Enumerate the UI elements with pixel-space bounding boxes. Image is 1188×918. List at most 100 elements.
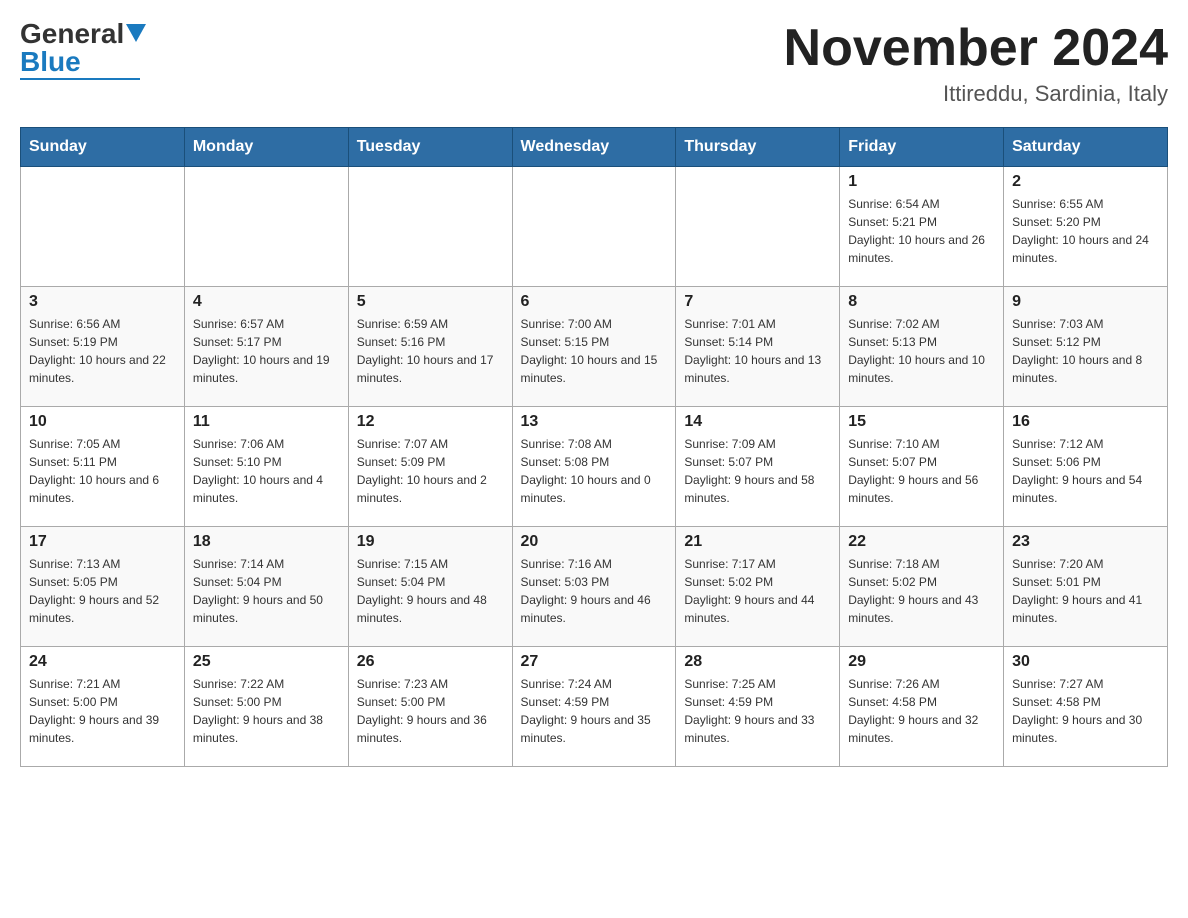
calendar-cell-w3-d7: 16 Sunrise: 7:12 AMSunset: 5:06 PMDayligh… <box>1004 407 1168 527</box>
day-info: Sunrise: 7:16 AMSunset: 5:03 PMDaylight:… <box>521 555 668 627</box>
header-tuesday: Tuesday <box>348 128 512 167</box>
day-info: Sunrise: 7:22 AMSunset: 5:00 PMDaylight:… <box>193 675 340 747</box>
calendar-cell-w5-d7: 30 Sunrise: 7:27 AMSunset: 4:58 PMDayligh… <box>1004 647 1168 767</box>
day-info: Sunrise: 7:26 AMSunset: 4:58 PMDaylight:… <box>848 675 995 747</box>
day-number: 21 <box>684 533 831 551</box>
calendar-cell-w4-d3: 19 Sunrise: 7:15 AMSunset: 5:04 PMDayligh… <box>348 527 512 647</box>
day-number: 25 <box>193 653 340 671</box>
day-number: 19 <box>357 533 504 551</box>
day-info: Sunrise: 7:10 AMSunset: 5:07 PMDaylight:… <box>848 435 995 507</box>
calendar-cell-w4-d7: 23 Sunrise: 7:20 AMSunset: 5:01 PMDayligh… <box>1004 527 1168 647</box>
day-number: 18 <box>193 533 340 551</box>
calendar-cell-w1-d2 <box>184 167 348 287</box>
day-info: Sunrise: 6:59 AMSunset: 5:16 PMDaylight:… <box>357 315 504 387</box>
calendar-cell-w4-d6: 22 Sunrise: 7:18 AMSunset: 5:02 PMDayligh… <box>840 527 1004 647</box>
calendar-cell-w5-d3: 26 Sunrise: 7:23 AMSunset: 5:00 PMDayligh… <box>348 647 512 767</box>
header-sunday: Sunday <box>21 128 185 167</box>
day-info: Sunrise: 7:00 AMSunset: 5:15 PMDaylight:… <box>521 315 668 387</box>
day-number: 27 <box>521 653 668 671</box>
calendar-cell-w1-d4 <box>512 167 676 287</box>
day-info: Sunrise: 6:55 AMSunset: 5:20 PMDaylight:… <box>1012 195 1159 267</box>
day-number: 22 <box>848 533 995 551</box>
calendar-cell-w1-d5 <box>676 167 840 287</box>
calendar-cell-w3-d1: 10 Sunrise: 7:05 AMSunset: 5:11 PMDayligh… <box>21 407 185 527</box>
day-number: 6 <box>521 293 668 311</box>
day-number: 17 <box>29 533 176 551</box>
calendar-cell-w2-d7: 9 Sunrise: 7:03 AMSunset: 5:12 PMDaylight… <box>1004 287 1168 407</box>
day-number: 15 <box>848 413 995 431</box>
day-info: Sunrise: 7:03 AMSunset: 5:12 PMDaylight:… <box>1012 315 1159 387</box>
day-number: 29 <box>848 653 995 671</box>
week-row-4: 17 Sunrise: 7:13 AMSunset: 5:05 PMDayligh… <box>21 527 1168 647</box>
day-info: Sunrise: 6:56 AMSunset: 5:19 PMDaylight:… <box>29 315 176 387</box>
day-number: 8 <box>848 293 995 311</box>
calendar-cell-w2-d6: 8 Sunrise: 7:02 AMSunset: 5:13 PMDaylight… <box>840 287 1004 407</box>
calendar-cell-w4-d4: 20 Sunrise: 7:16 AMSunset: 5:03 PMDayligh… <box>512 527 676 647</box>
day-info: Sunrise: 7:21 AMSunset: 5:00 PMDaylight:… <box>29 675 176 747</box>
header-saturday: Saturday <box>1004 128 1168 167</box>
day-info: Sunrise: 7:17 AMSunset: 5:02 PMDaylight:… <box>684 555 831 627</box>
calendar-table: Sunday Monday Tuesday Wednesday Thursday… <box>20 127 1168 767</box>
logo-underline <box>20 78 140 80</box>
week-row-2: 3 Sunrise: 6:56 AMSunset: 5:19 PMDaylight… <box>21 287 1168 407</box>
day-info: Sunrise: 6:54 AMSunset: 5:21 PMDaylight:… <box>848 195 995 267</box>
day-info: Sunrise: 6:57 AMSunset: 5:17 PMDaylight:… <box>193 315 340 387</box>
header-friday: Friday <box>840 128 1004 167</box>
day-number: 13 <box>521 413 668 431</box>
logo-triangle-icon <box>126 24 146 44</box>
day-info: Sunrise: 7:12 AMSunset: 5:06 PMDaylight:… <box>1012 435 1159 507</box>
day-number: 10 <box>29 413 176 431</box>
week-row-1: 1 Sunrise: 6:54 AMSunset: 5:21 PMDaylight… <box>21 167 1168 287</box>
day-info: Sunrise: 7:27 AMSunset: 4:58 PMDaylight:… <box>1012 675 1159 747</box>
day-number: 23 <box>1012 533 1159 551</box>
day-number: 24 <box>29 653 176 671</box>
month-title: November 2024 <box>784 20 1168 77</box>
week-row-3: 10 Sunrise: 7:05 AMSunset: 5:11 PMDayligh… <box>21 407 1168 527</box>
day-info: Sunrise: 7:15 AMSunset: 5:04 PMDaylight:… <box>357 555 504 627</box>
calendar-cell-w1-d1 <box>21 167 185 287</box>
calendar-cell-w5-d2: 25 Sunrise: 7:22 AMSunset: 5:00 PMDayligh… <box>184 647 348 767</box>
day-number: 3 <box>29 293 176 311</box>
day-number: 12 <box>357 413 504 431</box>
day-info: Sunrise: 7:06 AMSunset: 5:10 PMDaylight:… <box>193 435 340 507</box>
calendar-cell-w2-d3: 5 Sunrise: 6:59 AMSunset: 5:16 PMDaylight… <box>348 287 512 407</box>
logo-blue-text: Blue <box>20 48 81 76</box>
location-subtitle: Ittireddu, Sardinia, Italy <box>784 81 1168 107</box>
calendar-cell-w3-d2: 11 Sunrise: 7:06 AMSunset: 5:10 PMDayligh… <box>184 407 348 527</box>
calendar-header-row: Sunday Monday Tuesday Wednesday Thursday… <box>21 128 1168 167</box>
day-info: Sunrise: 7:18 AMSunset: 5:02 PMDaylight:… <box>848 555 995 627</box>
calendar-cell-w5-d6: 29 Sunrise: 7:26 AMSunset: 4:58 PMDayligh… <box>840 647 1004 767</box>
calendar-cell-w2-d5: 7 Sunrise: 7:01 AMSunset: 5:14 PMDaylight… <box>676 287 840 407</box>
day-number: 30 <box>1012 653 1159 671</box>
logo: General Blue <box>20 20 146 80</box>
day-info: Sunrise: 7:02 AMSunset: 5:13 PMDaylight:… <box>848 315 995 387</box>
day-number: 20 <box>521 533 668 551</box>
day-number: 7 <box>684 293 831 311</box>
day-info: Sunrise: 7:23 AMSunset: 5:00 PMDaylight:… <box>357 675 504 747</box>
day-number: 1 <box>848 173 995 191</box>
calendar-cell-w3-d6: 15 Sunrise: 7:10 AMSunset: 5:07 PMDayligh… <box>840 407 1004 527</box>
title-block: November 2024 Ittireddu, Sardinia, Italy <box>784 20 1168 107</box>
day-info: Sunrise: 7:01 AMSunset: 5:14 PMDaylight:… <box>684 315 831 387</box>
calendar-cell-w1-d3 <box>348 167 512 287</box>
day-number: 9 <box>1012 293 1159 311</box>
day-number: 16 <box>1012 413 1159 431</box>
day-number: 11 <box>193 413 340 431</box>
header-thursday: Thursday <box>676 128 840 167</box>
calendar-cell-w5-d1: 24 Sunrise: 7:21 AMSunset: 5:00 PMDayligh… <box>21 647 185 767</box>
day-number: 4 <box>193 293 340 311</box>
day-number: 14 <box>684 413 831 431</box>
day-info: Sunrise: 7:05 AMSunset: 5:11 PMDaylight:… <box>29 435 176 507</box>
day-info: Sunrise: 7:14 AMSunset: 5:04 PMDaylight:… <box>193 555 340 627</box>
header-wednesday: Wednesday <box>512 128 676 167</box>
week-row-5: 24 Sunrise: 7:21 AMSunset: 5:00 PMDayligh… <box>21 647 1168 767</box>
header-monday: Monday <box>184 128 348 167</box>
day-info: Sunrise: 7:20 AMSunset: 5:01 PMDaylight:… <box>1012 555 1159 627</box>
calendar-cell-w1-d7: 2Sunrise: 6:55 AMSunset: 5:20 PMDaylight… <box>1004 167 1168 287</box>
calendar-cell-w4-d1: 17 Sunrise: 7:13 AMSunset: 5:05 PMDayligh… <box>21 527 185 647</box>
day-number: 26 <box>357 653 504 671</box>
day-number: 5 <box>357 293 504 311</box>
day-info: Sunrise: 7:09 AMSunset: 5:07 PMDaylight:… <box>684 435 831 507</box>
day-info: Sunrise: 7:13 AMSunset: 5:05 PMDaylight:… <box>29 555 176 627</box>
calendar-cell-w5-d5: 28Sunrise: 7:25 AMSunset: 4:59 PMDayligh… <box>676 647 840 767</box>
